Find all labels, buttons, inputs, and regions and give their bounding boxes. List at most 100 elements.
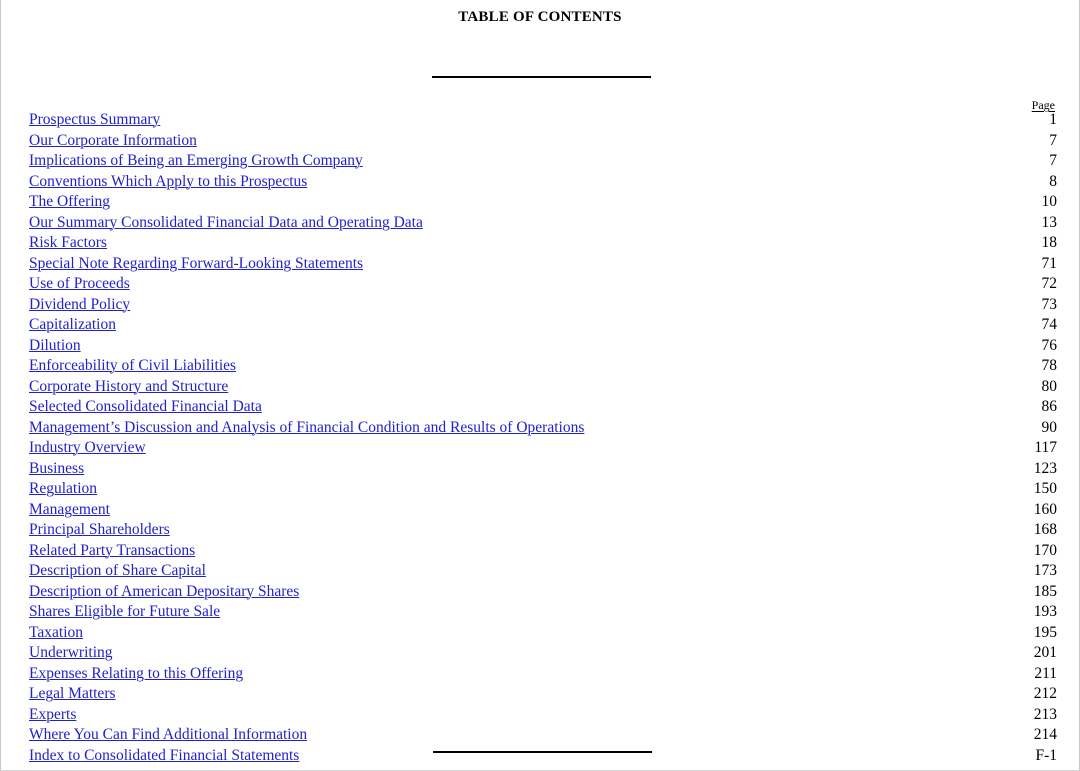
toc-page-number: 185	[1033, 582, 1057, 600]
toc-page-number: 213	[1033, 705, 1057, 723]
toc-row: Legal Matters 212	[29, 685, 1057, 706]
toc-entry-link[interactable]: Dividend Policy	[29, 296, 130, 314]
toc-row: Management 160	[29, 501, 1057, 522]
toc-row: Taxation 195	[29, 624, 1057, 645]
toc-entry-link[interactable]: Related Party Transactions	[29, 542, 195, 560]
toc-entry-link[interactable]: Management’s Discussion and Analysis of …	[29, 419, 584, 437]
toc-page-number: 212	[1033, 685, 1057, 702]
toc-page-number: 211	[1034, 664, 1057, 682]
toc-row: Shares Eligible for Future Sale 193	[29, 603, 1057, 624]
toc-row: Corporate History and Structure 80	[29, 378, 1057, 399]
toc-row: Risk Factors 18	[29, 234, 1057, 255]
toc-page-number: 201	[1033, 644, 1057, 661]
toc-entry-link[interactable]: Capitalization	[29, 316, 116, 334]
toc-entry-link[interactable]: Dilution	[29, 337, 81, 355]
toc-row: Description of Share Capital 173	[29, 562, 1057, 583]
toc-entry-link[interactable]: Enforceability of Civil Liabilities	[29, 357, 236, 375]
toc-entry-link[interactable]: Use of Proceeds	[29, 275, 130, 293]
toc-entry-link[interactable]: Corporate History and Structure	[29, 378, 228, 396]
toc-page-number: 18	[1041, 234, 1058, 251]
toc-page-number: 8	[1049, 172, 1057, 190]
toc-page-number: 173	[1033, 562, 1057, 579]
footer-horizontal-rule	[432, 751, 652, 753]
toc-row: Special Note Regarding Forward-Looking S…	[29, 255, 1057, 276]
toc-row: Related Party Transactions 170	[29, 542, 1057, 563]
toc-page-number: 1	[1049, 111, 1057, 128]
toc-page-number: 90	[1041, 418, 1058, 436]
toc-row: Prospectus Summary 1	[29, 111, 1057, 132]
toc-row: Our Summary Consolidated Financial Data …	[29, 214, 1057, 235]
toc-entry-link[interactable]: Selected Consolidated Financial Data	[29, 398, 262, 416]
toc-row: Dilution 76	[29, 337, 1057, 358]
toc-entry-link[interactable]: Experts	[29, 706, 76, 724]
toc-row: Management’s Discussion and Analysis of …	[29, 419, 1057, 440]
toc-entry-link[interactable]: Conventions Which Apply to this Prospect…	[29, 173, 307, 191]
header-rule-container	[1, 26, 1079, 83]
toc-row: Regulation 150	[29, 480, 1057, 501]
toc-page-number: 73	[1041, 295, 1058, 313]
toc-page-number: 123	[1033, 459, 1057, 477]
toc-page-number: 170	[1033, 541, 1057, 559]
toc-entry-link[interactable]: Business	[29, 460, 84, 478]
toc-entry-link[interactable]: Risk Factors	[29, 234, 107, 252]
toc-row: Use of Proceeds 72	[29, 275, 1057, 296]
page-column-header: Page	[1031, 98, 1055, 112]
toc-page-number: 150	[1033, 480, 1057, 497]
toc-page-number: 117	[1034, 439, 1057, 456]
toc-page-number: 80	[1041, 377, 1058, 395]
toc-entry-link[interactable]: Legal Matters	[29, 685, 116, 703]
toc-page-number: 160	[1033, 500, 1057, 518]
toc-row: Description of American Depositary Share…	[29, 583, 1057, 604]
toc-row: Conventions Which Apply to this Prospect…	[29, 173, 1057, 194]
toc-row: Capitalization 74	[29, 316, 1057, 337]
toc-page-number: 86	[1041, 398, 1058, 415]
toc-row: Industry Overview 117	[29, 439, 1057, 460]
toc-page-number: 72	[1041, 275, 1058, 292]
toc-entry-link[interactable]: Our Summary Consolidated Financial Data …	[29, 214, 423, 232]
toc-page-number: 168	[1033, 521, 1057, 538]
toc-entry-link[interactable]: Expenses Relating to this Offering	[29, 665, 243, 683]
toc-entry-list: Prospectus Summary 1 Our Corporate Informa…	[29, 111, 1057, 767]
toc-entry-link[interactable]: Regulation	[29, 480, 97, 498]
toc-entry-link[interactable]: Description of Share Capital	[29, 562, 206, 580]
toc-entry-link[interactable]: Underwriting	[29, 644, 113, 662]
toc-page-number: 71	[1041, 254, 1058, 272]
page-title: TABLE OF CONTENTS	[458, 9, 622, 25]
toc-entry-link[interactable]: Industry Overview	[29, 439, 146, 457]
footer-rule-container	[1, 740, 1079, 758]
toc-entry-link[interactable]: Special Note Regarding Forward-Looking S…	[29, 255, 363, 273]
toc-page-number: 74	[1041, 316, 1058, 333]
toc-entry-link[interactable]: Prospectus Summary	[29, 111, 160, 129]
toc-entry-link[interactable]: Management	[29, 501, 110, 519]
toc-entry-link[interactable]: The Offering	[29, 193, 110, 211]
toc-page-number: 7	[1049, 152, 1057, 169]
toc-page-number: 10	[1041, 193, 1058, 210]
toc-column-header-row: Page	[29, 91, 1057, 111]
toc-page-number: 76	[1041, 336, 1058, 354]
toc-row: Selected Consolidated Financial Data 86	[29, 398, 1057, 419]
toc-row: Principal Shareholders 168	[29, 521, 1057, 542]
toc-row: Expenses Relating to this Offering 211	[29, 665, 1057, 686]
toc-entry-link[interactable]: Implications of Being an Emerging Growth…	[29, 152, 363, 170]
toc-row: Our Corporate Information 7	[29, 132, 1057, 153]
toc-page-number: 7	[1049, 131, 1057, 149]
toc-row: Enforceability of Civil Liabilities 78	[29, 357, 1057, 378]
toc-entry-link[interactable]: Description of American Depositary Share…	[29, 583, 299, 601]
toc-row: Implications of Being an Emerging Growth…	[29, 152, 1057, 173]
toc-entry-link[interactable]: Our Corporate Information	[29, 132, 197, 150]
toc-row: The Offering 10	[29, 193, 1057, 214]
toc-page-number: 195	[1033, 623, 1057, 641]
toc-page-number: 78	[1041, 357, 1058, 374]
header-horizontal-rule	[431, 76, 651, 78]
toc-entry-link[interactable]: Principal Shareholders	[29, 521, 170, 539]
toc-entry-link[interactable]: Taxation	[29, 624, 83, 642]
toc-entry-link[interactable]: Shares Eligible for Future Sale	[29, 603, 220, 621]
toc-page-number: 193	[1033, 603, 1057, 620]
toc-page-number: 13	[1041, 213, 1058, 231]
toc-row: Dividend Policy 73	[29, 296, 1057, 317]
toc-row: Business 123	[29, 460, 1057, 481]
toc-row: Experts 213	[29, 706, 1057, 727]
document-page: TABLE OF CONTENTS Page Prospectus Summar…	[0, 0, 1080, 771]
table-of-contents: Page Prospectus Summary 1 Our Corporate In…	[1, 91, 1079, 767]
toc-row: Underwriting 201	[29, 644, 1057, 665]
